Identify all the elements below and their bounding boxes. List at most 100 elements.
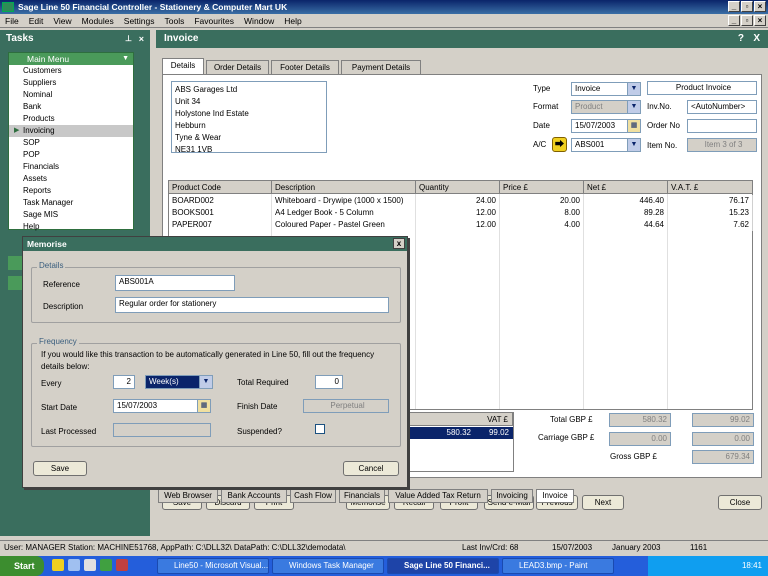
order-no-field[interactable] (687, 119, 757, 133)
tab-invoice[interactable]: Invoice (536, 489, 574, 503)
close-window-button[interactable]: × (754, 1, 766, 12)
calendar-icon[interactable]: ▦ (627, 120, 640, 132)
table-cell[interactable]: 44.64 (584, 219, 668, 231)
chevron-down-icon[interactable]: ▼ (627, 139, 640, 151)
table-row[interactable]: PAPER007 Coloured Paper - Pastel Green 12.… (169, 219, 753, 231)
sidebar-item-sop[interactable]: SOP (9, 137, 133, 149)
menu-edit[interactable]: Edit (24, 14, 49, 28)
tab-invoicing[interactable]: Invoicing (491, 489, 533, 503)
column-header[interactable]: Price £ (500, 181, 584, 194)
quicklaunch-icon[interactable] (68, 559, 80, 571)
table-cell[interactable]: 15.23 (668, 207, 753, 219)
column-header[interactable]: Product Code (169, 181, 272, 194)
tab-vat-return[interactable]: Value Added Tax Return (388, 489, 488, 503)
table-cell[interactable]: A4 Ledger Book - 5 Column (272, 207, 416, 219)
table-cell[interactable]: BOOKS001 (169, 207, 272, 219)
table-row[interactable]: BOARD002 Whiteboard - Drywipe (1000 x 150… (169, 195, 753, 207)
table-cell[interactable]: 24.00 (416, 195, 500, 207)
address-box[interactable]: ABS Garages Ltd Unit 34 Holystone Ind Es… (171, 81, 327, 154)
quicklaunch-icon[interactable] (84, 559, 96, 571)
quicklaunch-icon[interactable] (100, 559, 112, 571)
taskbar-item-visual-studio[interactable]: Line50 - Microsoft Visual... (157, 558, 269, 574)
sidebar-item-nominal[interactable]: Nominal (9, 89, 133, 101)
sidebar-item-customers[interactable]: Customers (9, 65, 133, 77)
table-cell[interactable]: BOARD002 (169, 195, 272, 207)
reference-field[interactable]: ABS001A (115, 275, 235, 291)
table-cell[interactable]: 12.00 (416, 219, 500, 231)
collapsed-panel-tab[interactable] (8, 276, 22, 290)
tab-web-browser[interactable]: Web Browser (158, 489, 218, 503)
sidebar-item-task-manager[interactable]: Task Manager (9, 197, 133, 209)
sidebar-item-sage-mis[interactable]: Sage MIS (9, 209, 133, 221)
table-cell[interactable]: 12.00 (416, 207, 500, 219)
clock[interactable]: 18:41 (742, 561, 762, 570)
summary-table[interactable]: VAT £ 580.32 99.02 (408, 412, 514, 472)
column-header[interactable]: Net £ (584, 181, 668, 194)
chevron-down-icon[interactable]: ▼ (122, 53, 129, 65)
every-field[interactable]: 2 (113, 375, 135, 389)
doc-close-button[interactable]: × (754, 15, 766, 26)
help-button[interactable]: ? (738, 30, 744, 48)
table-cell[interactable]: Whiteboard - Drywipe (1000 x 1500) (272, 195, 416, 207)
account-lookup-icon[interactable]: ⮕ (552, 137, 567, 152)
table-cell[interactable]: 89.28 (584, 207, 668, 219)
inv-no-field[interactable]: <AutoNumber> (687, 100, 757, 114)
start-button[interactable]: Start (0, 556, 44, 576)
start-date-field[interactable]: 15/07/2003 ▦ (113, 399, 211, 413)
sidebar-item-suppliers[interactable]: Suppliers (9, 77, 133, 89)
account-select[interactable]: ABS001 ▼ (571, 138, 641, 152)
chevron-down-icon[interactable]: ▼ (627, 83, 640, 95)
chevron-down-icon[interactable]: ▼ (199, 376, 212, 388)
menu-view[interactable]: View (48, 14, 76, 28)
sidebar-item-products[interactable]: Products (9, 113, 133, 125)
taskbar-item-paint[interactable]: LEAD3.bmp - Paint (502, 558, 614, 574)
sidebar-item-financials[interactable]: Financials (9, 161, 133, 173)
table-cell[interactable]: 8.00 (500, 207, 584, 219)
sidebar-item-pop[interactable]: POP (9, 149, 133, 161)
tab-cash-flow[interactable]: Cash Flow (290, 489, 336, 503)
table-cell[interactable]: 4.00 (500, 219, 584, 231)
collapsed-panel-tab[interactable] (8, 256, 22, 270)
summary-row[interactable]: 580.32 99.02 (409, 427, 513, 439)
column-header[interactable]: V.A.T. £ (668, 181, 753, 194)
table-cell[interactable]: 76.17 (668, 195, 753, 207)
total-required-field[interactable]: 0 (315, 375, 343, 389)
close-icon[interactable]: × (139, 30, 144, 48)
tab-financials[interactable]: Financials (339, 489, 385, 503)
suspended-checkbox[interactable] (315, 424, 325, 434)
close-invoice-button[interactable]: Close (718, 495, 762, 510)
cancel-button[interactable]: Cancel (343, 461, 399, 476)
tab-bank-accounts[interactable]: Bank Accounts (221, 489, 287, 503)
sidebar-item-help[interactable]: Help (9, 221, 133, 233)
table-cell[interactable]: 446.40 (584, 195, 668, 207)
every-unit-select[interactable]: Week(s) ▼ (145, 375, 213, 389)
date-field[interactable]: 15/07/2003 ▦ (571, 119, 641, 133)
type-select[interactable]: Invoice ▼ (571, 82, 641, 96)
menu-modules[interactable]: Modules (77, 14, 119, 28)
description-field[interactable]: Regular order for stationery (115, 297, 389, 313)
sidebar-item-invoicing[interactable]: ▶ Invoicing (9, 125, 133, 137)
close-button[interactable]: X (753, 30, 760, 48)
minimize-button[interactable]: _ (728, 1, 740, 12)
menu-window[interactable]: Window (239, 14, 279, 28)
taskbar-item-sage[interactable]: Sage Line 50 Financi... (387, 558, 499, 574)
quicklaunch-icon[interactable] (52, 559, 64, 571)
menu-help[interactable]: Help (279, 14, 306, 28)
table-cell[interactable]: 20.00 (500, 195, 584, 207)
sidebar-item-reports[interactable]: Reports (9, 185, 133, 197)
calendar-icon[interactable]: ▦ (197, 400, 210, 412)
tab-details[interactable]: Details (162, 58, 204, 75)
menu-settings[interactable]: Settings (119, 14, 160, 28)
main-menu-header[interactable]: Main Menu ▼ (9, 53, 133, 65)
tab-payment-details[interactable]: Payment Details (341, 60, 421, 74)
taskbar-item-task-manager[interactable]: Windows Task Manager (272, 558, 384, 574)
save-memorise-button[interactable]: Save (33, 461, 87, 476)
column-header[interactable]: Description (272, 181, 416, 194)
doc-restore-button[interactable]: ▫ (741, 15, 753, 26)
quicklaunch-icon[interactable] (116, 559, 128, 571)
table-cell[interactable]: 7.62 (668, 219, 753, 231)
menu-favourites[interactable]: Favourites (189, 14, 239, 28)
tab-order-details[interactable]: Order Details (206, 60, 269, 74)
sidebar-item-assets[interactable]: Assets (9, 173, 133, 185)
sidebar-item-bank[interactable]: Bank (9, 101, 133, 113)
